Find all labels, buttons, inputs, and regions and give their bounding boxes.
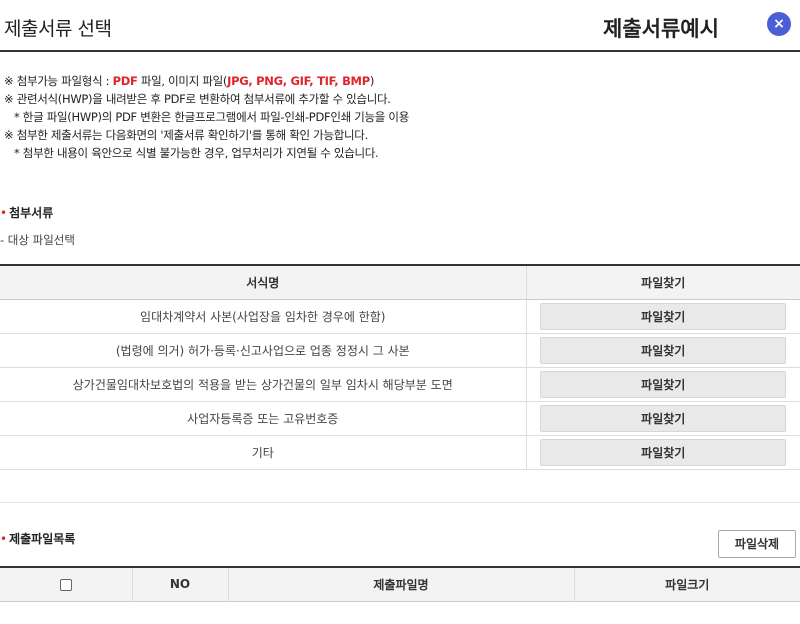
file-find-button[interactable]: 파일찾기 bbox=[540, 336, 787, 364]
submit-file-table: NO 제출파일명 파일크기 bbox=[0, 566, 800, 602]
select-all-checkbox[interactable] bbox=[59, 578, 72, 591]
file-delete-button[interactable]: 파일삭제 bbox=[718, 530, 796, 558]
bullet-icon: • bbox=[0, 532, 8, 546]
table-row: 상가건물임대차보호법의 적용을 받는 상가건물의 일부 임차시 해당부분 도면 … bbox=[0, 367, 800, 402]
note-text: ※ 첨부가능 파일형식 : bbox=[4, 74, 113, 88]
note-formats: JPG, PNG, GIF, TIF, BMP bbox=[227, 74, 370, 88]
dialog-header: 제출서류 선택 제출서류예시 × bbox=[0, 0, 800, 52]
form-name: (법령에 의거) 허가·등록·신고사업으로 업종 정정시 그 사본 bbox=[0, 333, 527, 368]
note-text: 파일, 이미지 파일( bbox=[137, 74, 228, 88]
note-line-3: * 한글 파일(HWP)의 PDF 변환은 한글프로그램에서 파일-인쇄-PDF… bbox=[14, 110, 409, 124]
close-icon: × bbox=[773, 16, 785, 32]
file-find-button[interactable]: 파일찾기 bbox=[540, 438, 787, 466]
form-name: 임대차계약서 사본(사업장을 임차한 경우에 한함) bbox=[0, 299, 527, 334]
submit-title-text: 제출파일목록 bbox=[9, 532, 76, 546]
note-line-5: * 첨부한 내용이 육안으로 식별 불가능한 경우, 업무처리가 지연될 수 있… bbox=[14, 146, 379, 160]
table-row: 기타 파일찾기 bbox=[0, 435, 800, 470]
form-name: 상가건물임대차보호법의 적용을 받는 상가건물의 일부 임차시 해당부분 도면 bbox=[0, 367, 527, 402]
attach-title-text: 첨부서류 bbox=[9, 206, 54, 220]
col-filename: 제출파일명 bbox=[228, 567, 575, 602]
attach-section-title: • 첨부서류 bbox=[0, 204, 53, 221]
table-row: 임대차계약서 사본(사업장을 임차한 경우에 한함) 파일찾기 bbox=[0, 299, 800, 334]
file-find-button[interactable]: 파일찾기 bbox=[540, 302, 787, 330]
notes-block: ※ 첨부가능 파일형식 : PDF 파일, 이미지 파일(JPG, PNG, G… bbox=[4, 72, 409, 162]
note-line-1: ※ 첨부가능 파일형식 : PDF 파일, 이미지 파일(JPG, PNG, G… bbox=[4, 72, 409, 90]
file-find-button[interactable]: 파일찾기 bbox=[540, 404, 787, 432]
bullet-icon: • bbox=[0, 206, 8, 220]
col-no: NO bbox=[132, 567, 229, 602]
form-name: 사업자등록증 또는 고유번호증 bbox=[0, 401, 527, 436]
col-filesize: 파일크기 bbox=[574, 567, 800, 602]
form-name: 기타 bbox=[0, 435, 527, 470]
section-divider bbox=[0, 502, 800, 503]
col-form-name: 서식명 bbox=[0, 265, 527, 300]
col-file-find: 파일찾기 bbox=[526, 265, 800, 300]
file-find-button[interactable]: 파일찾기 bbox=[540, 370, 787, 398]
table-row: 사업자등록증 또는 고유번호증 파일찾기 bbox=[0, 401, 800, 436]
note-line-4: ※ 첨부한 제출서류는 다음화면의 '제출서류 확인하기'를 통해 확인 가능합… bbox=[4, 128, 368, 142]
submit-section-title: • 제출파일목록 bbox=[0, 530, 75, 547]
page-title: 제출서류 선택 bbox=[4, 18, 112, 40]
close-button[interactable]: × bbox=[767, 12, 791, 36]
attach-table: 서식명 파일찾기 임대차계약서 사본(사업장을 임차한 경우에 한함) 파일찾기… bbox=[0, 264, 800, 470]
table-row: (법령에 의거) 허가·등록·신고사업으로 업종 정정시 그 사본 파일찾기 bbox=[0, 333, 800, 368]
col-checkbox bbox=[0, 567, 133, 602]
note-text: ) bbox=[369, 74, 375, 88]
note-line-2: ※ 관련서식(HWP)을 내려받은 후 PDF로 변환하여 첨부서류에 추가할 … bbox=[4, 92, 391, 106]
target-file-label: - 대상 파일선택 bbox=[0, 233, 75, 247]
example-title: 제출서류예시 bbox=[603, 17, 719, 41]
note-pdf: PDF bbox=[112, 74, 138, 88]
